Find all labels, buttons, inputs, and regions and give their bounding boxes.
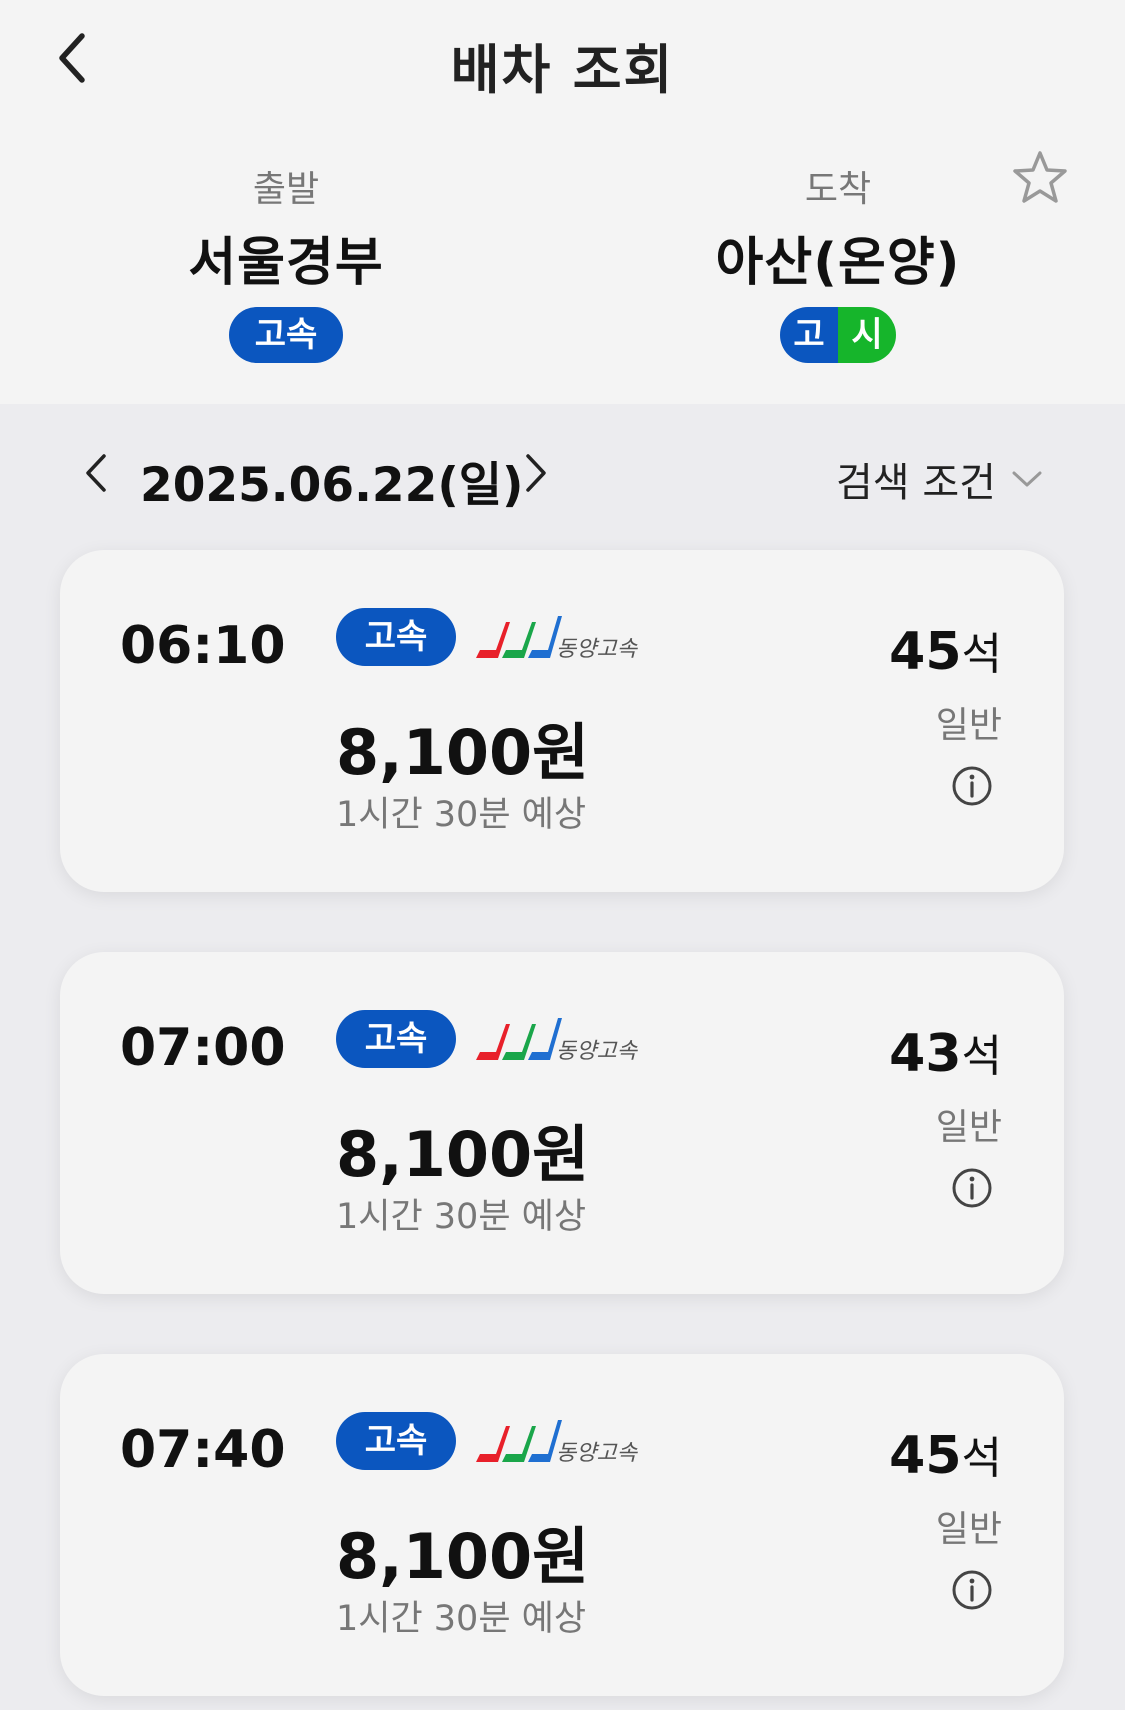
remaining-seats: 45석 bbox=[889, 618, 1002, 682]
seat-type: 일반 bbox=[935, 1509, 1002, 1550]
chevron-down-icon bbox=[1012, 471, 1042, 487]
page-title: 배차 조회 bbox=[450, 40, 675, 101]
departure-time: 06:10 bbox=[120, 616, 286, 676]
company-name: 동양고속 bbox=[556, 1039, 639, 1064]
remaining-seats: 45석 bbox=[889, 1422, 1002, 1486]
seat-unit: 석 bbox=[961, 1433, 1002, 1484]
company-name: 동양고속 bbox=[556, 637, 639, 662]
bus-grade-badge: 고속 bbox=[336, 1412, 456, 1470]
schedule-list: 06:10 고속 동양고속 8,100원 1시간 30분 예상 45석 일반 0… bbox=[0, 546, 1125, 1710]
bus-grade-badge: 고속 bbox=[336, 1010, 456, 1068]
search-filter-button[interactable]: 검색 조건 bbox=[836, 450, 1044, 508]
seat-count: 45 bbox=[889, 622, 962, 682]
departure-terminal[interactable]: 출발 서울경부 고속 bbox=[86, 160, 486, 363]
company-logo: 동양고속 bbox=[472, 1014, 672, 1066]
prev-date-button[interactable] bbox=[78, 448, 114, 498]
info-circle-icon bbox=[952, 1570, 992, 1610]
company-logo: 동양고속 bbox=[472, 612, 672, 664]
duration: 1시간 30분 예상 bbox=[336, 795, 587, 835]
departure-name: 서울경부 bbox=[188, 233, 384, 293]
schedule-card[interactable]: 07:40 고속 동양고속 8,100원 1시간 30분 예상 45석 일반 bbox=[60, 1354, 1064, 1696]
departure-label: 출발 bbox=[252, 169, 320, 210]
search-filter-label: 검색 조건 bbox=[836, 460, 996, 506]
arrival-badge-intercity: 시 bbox=[838, 307, 896, 363]
header: 배차 조회 출발 서울경부 고속 도착 아산(온양) 고 시 bbox=[0, 0, 1125, 404]
chevron-right-icon bbox=[526, 454, 546, 492]
arrival-badge-express: 고 bbox=[780, 307, 838, 363]
info-circle-icon bbox=[952, 1168, 992, 1208]
departure-time: 07:40 bbox=[120, 1420, 286, 1480]
star-outline-icon bbox=[1013, 151, 1067, 203]
arrival-badge: 고 시 bbox=[780, 307, 896, 363]
seat-unit: 석 bbox=[961, 629, 1002, 680]
favorite-button[interactable] bbox=[1010, 148, 1070, 208]
selected-date[interactable]: 2025.06.22(일) bbox=[140, 446, 524, 515]
seat-count: 45 bbox=[889, 1426, 962, 1486]
seat-type: 일반 bbox=[935, 1107, 1002, 1148]
seat-unit: 석 bbox=[961, 1031, 1002, 1082]
info-button[interactable] bbox=[950, 1568, 994, 1612]
info-button[interactable] bbox=[950, 1166, 994, 1210]
seat-count: 43 bbox=[889, 1024, 962, 1084]
arrival-label: 도착 bbox=[804, 169, 872, 210]
info-button[interactable] bbox=[950, 764, 994, 808]
fare: 8,100원 bbox=[336, 1520, 590, 1593]
chevron-left-icon bbox=[86, 454, 106, 492]
schedule-card[interactable]: 06:10 고속 동양고속 8,100원 1시간 30분 예상 45석 일반 bbox=[60, 550, 1064, 892]
arrival-name: 아산(온양) bbox=[715, 233, 961, 293]
company-logo: 동양고속 bbox=[472, 1416, 672, 1468]
remaining-seats: 43석 bbox=[889, 1020, 1002, 1084]
departure-badge: 고속 bbox=[228, 307, 344, 363]
schedule-card[interactable]: 07:00 고속 동양고속 8,100원 1시간 30분 예상 43석 일반 bbox=[60, 952, 1064, 1294]
company-name: 동양고속 bbox=[556, 1441, 639, 1466]
info-circle-icon bbox=[952, 766, 992, 806]
fare: 8,100원 bbox=[336, 1118, 590, 1191]
bus-grade-badge: 고속 bbox=[336, 608, 456, 666]
departure-time: 07:00 bbox=[120, 1018, 286, 1078]
fare: 8,100원 bbox=[336, 716, 590, 789]
duration: 1시간 30분 예상 bbox=[336, 1197, 587, 1237]
arrival-terminal[interactable]: 도착 아산(온양) 고 시 bbox=[638, 160, 1038, 363]
next-date-button[interactable] bbox=[518, 448, 554, 498]
seat-type: 일반 bbox=[935, 705, 1002, 746]
duration: 1시간 30분 예상 bbox=[336, 1599, 587, 1639]
